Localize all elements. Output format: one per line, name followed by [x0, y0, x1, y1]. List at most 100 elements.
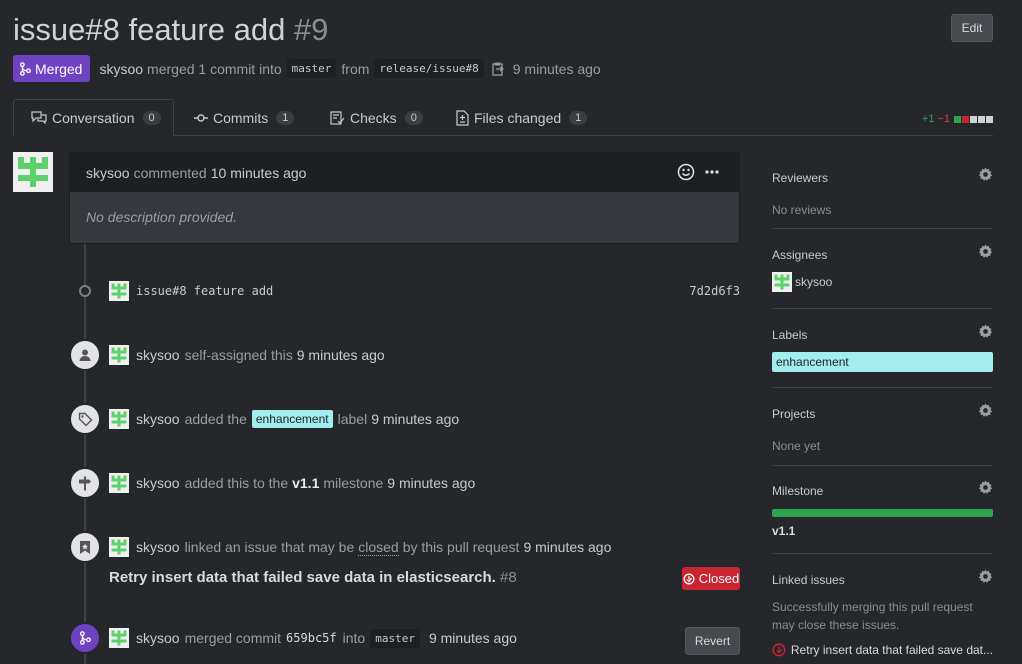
sidebar-reviewers-title[interactable]: Reviewers [772, 171, 993, 185]
linked-issue-item[interactable]: Retry insert data that failed save dat..… [772, 643, 993, 657]
diffstat-block [978, 115, 985, 123]
event-user[interactable]: skysoo [136, 475, 180, 491]
sidebar-labels-title[interactable]: Labels [772, 328, 993, 342]
gear-icon[interactable] [978, 480, 993, 495]
avatar [772, 272, 792, 292]
comment-time[interactable]: 10 minutes ago [211, 165, 307, 181]
commit-message[interactable]: issue#8 feature add [136, 284, 273, 298]
tab-checks-count: 0 [404, 110, 423, 125]
avatar[interactable] [109, 473, 129, 493]
gear-icon[interactable] [978, 244, 993, 259]
gear-icon[interactable] [978, 167, 993, 182]
label-enhancement[interactable]: enhancement [772, 352, 993, 372]
event-assign: skysoo self-assigned this 9 minutes ago [109, 345, 385, 365]
merge-commit-sha[interactable]: 659bc5f [286, 631, 337, 645]
pr-tabs: Conversation 0 Commits 1 Checks 0 Files … [13, 99, 993, 137]
comment-header: skysoo commented 10 minutes ago [70, 153, 739, 192]
assignee-item[interactable]: skysoo [772, 272, 993, 292]
commit-row: issue#8 feature add 7d2d6f3 [109, 281, 740, 301]
event-time[interactable]: 9 minutes ago [523, 539, 611, 555]
tab-checks[interactable]: Checks 0 [330, 99, 423, 136]
tab-conversation-label: Conversation [52, 110, 135, 126]
meta-time: 9 minutes ago [512, 60, 601, 77]
milestone-link[interactable]: v1.1 [292, 475, 319, 491]
sidebar-projects-title[interactable]: Projects [772, 407, 993, 421]
base-branch[interactable]: master [286, 59, 337, 78]
avatar[interactable] [109, 281, 129, 301]
diffstat-block [954, 115, 961, 123]
issue-closed-icon [683, 573, 695, 584]
avatar[interactable] [13, 152, 53, 192]
gear-icon[interactable] [978, 324, 993, 339]
edit-button[interactable]: Edit [951, 14, 993, 42]
event-user[interactable]: skysoo [136, 347, 180, 363]
event-user[interactable]: skysoo [136, 539, 180, 555]
milestone-icon [69, 467, 101, 499]
closed-status-label: Closed [698, 571, 740, 586]
checklist-icon [330, 110, 345, 125]
commit-icon [194, 113, 208, 122]
sidebar-assignees: Assignees skysoo [772, 244, 993, 292]
sidebar-linked-issues: Linked issues Successfully merging this … [772, 569, 993, 657]
avatar[interactable] [109, 409, 129, 429]
commit-sha[interactable]: 7d2d6f3 [689, 284, 740, 298]
revert-button[interactable]: Revert [685, 627, 740, 655]
pr-meta: Merged skysoo merged 1 commit into maste… [13, 55, 601, 82]
sidebar-projects: Projects None yet [772, 403, 993, 453]
author-link[interactable]: skysoo [99, 61, 143, 77]
tag-icon [69, 403, 101, 435]
comment-author[interactable]: skysoo [86, 165, 130, 181]
sidebar-milestone: Milestone v1.1 [772, 480, 993, 538]
merge-branch[interactable]: master [370, 628, 420, 648]
diffstat-block [986, 115, 993, 123]
event-time[interactable]: 9 minutes ago [387, 475, 475, 491]
tab-files-changed[interactable]: Files changed 1 [456, 99, 588, 136]
timeline-line [84, 244, 86, 664]
head-branch[interactable]: release/issue#8 [374, 59, 484, 78]
tab-conversation[interactable]: Conversation 0 [13, 99, 174, 137]
event-merge: skysoo merged commit 659bc5f into master… [109, 628, 517, 648]
event-time[interactable]: 9 minutes ago [297, 347, 385, 363]
event-user[interactable]: skysoo [136, 630, 180, 646]
sidebar-milestone-title[interactable]: Milestone [772, 484, 993, 498]
issue-closed-icon [772, 643, 786, 657]
gear-icon[interactable] [978, 569, 993, 584]
linked-issue-title[interactable]: Retry insert data that failed save data … [109, 569, 517, 586]
assignee-name: skysoo [795, 275, 833, 289]
label-enhancement[interactable]: enhancement [251, 410, 333, 428]
sidebar-labels: Labels enhancement [772, 324, 993, 372]
clipboard-icon[interactable] [491, 61, 505, 77]
divider [772, 228, 993, 229]
event-text: self-assigned this [184, 347, 293, 363]
sidebar-assignees-title[interactable]: Assignees [772, 248, 993, 262]
tab-commits[interactable]: Commits 1 [194, 99, 295, 136]
milestone-name[interactable]: v1.1 [772, 524, 993, 538]
event-time[interactable]: 9 minutes ago [429, 630, 517, 646]
diffstat-removed: −1 [937, 113, 950, 125]
divider [772, 465, 993, 466]
pr-title-text: issue#8 feature add [13, 12, 286, 47]
divider [772, 308, 993, 309]
event-text: linked an issue that may be [184, 539, 355, 555]
diffstat-added: +1 [921, 113, 935, 125]
milestone-progress-track [772, 509, 993, 517]
gear-icon[interactable] [978, 403, 993, 418]
tab-commits-label: Commits [213, 109, 269, 126]
person-icon [69, 339, 101, 371]
event-label: skysoo added the enhancement label 9 min… [109, 409, 459, 429]
event-text: milestone [323, 475, 384, 491]
avatar[interactable] [109, 537, 129, 557]
kebab-horizontal-icon[interactable] [705, 170, 719, 174]
sidebar-reviewers-value: No reviews [772, 203, 832, 217]
bookmark-icon [69, 531, 101, 563]
smiley-icon[interactable] [677, 163, 695, 181]
event-text: merged commit [184, 630, 282, 646]
event-user[interactable]: skysoo [136, 411, 180, 427]
avatar[interactable] [109, 345, 129, 365]
sidebar-linked-title[interactable]: Linked issues [772, 573, 993, 587]
comment-box: skysoo commented 10 minutes ago No descr… [69, 152, 740, 244]
merge-icon [19, 61, 31, 76]
avatar[interactable] [109, 628, 129, 648]
event-time[interactable]: 9 minutes ago [371, 411, 459, 427]
event-text: label [337, 411, 368, 427]
